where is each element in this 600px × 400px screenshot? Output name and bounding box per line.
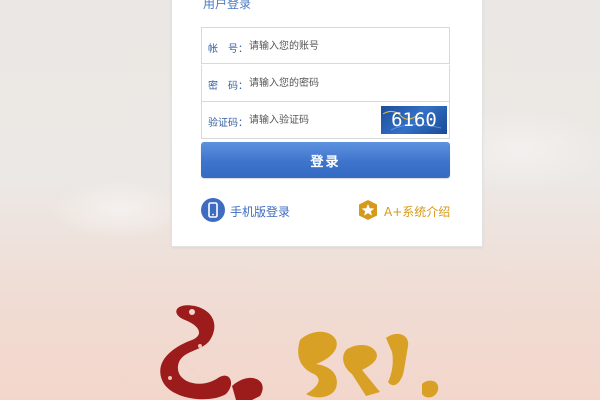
password-field: 密 码： bbox=[201, 65, 450, 102]
mobile-login-link[interactable]: 手机版登录 bbox=[201, 197, 291, 225]
star-badge-icon bbox=[357, 199, 379, 224]
login-button[interactable]: 登录 bbox=[201, 142, 450, 178]
system-intro-label: A+系统介绍 bbox=[384, 204, 451, 219]
phone-icon bbox=[201, 197, 225, 225]
account-label: 帐 号： bbox=[208, 44, 248, 55]
password-label: 密 码： bbox=[208, 81, 248, 92]
captcha-code: 6160 bbox=[391, 109, 437, 131]
account-input[interactable] bbox=[249, 36, 389, 56]
captcha-field: 验证码： 6160 bbox=[201, 102, 450, 139]
captcha-input[interactable] bbox=[249, 110, 389, 130]
captcha-image[interactable]: 6160 bbox=[381, 106, 447, 134]
snake-papercut-icon bbox=[160, 305, 439, 400]
password-input[interactable] bbox=[249, 73, 389, 93]
account-field: 帐 号： bbox=[201, 27, 450, 64]
captcha-label: 验证码： bbox=[208, 118, 248, 129]
login-panel: 用户登录 帐 号： 密 码： 验证码： 6160 登录 手机版登录 bbox=[171, 0, 483, 247]
login-title: 用户登录 bbox=[203, 0, 252, 11]
mobile-login-label: 手机版登录 bbox=[230, 204, 291, 219]
system-intro-link[interactable]: A+系统介绍 bbox=[357, 198, 450, 224]
